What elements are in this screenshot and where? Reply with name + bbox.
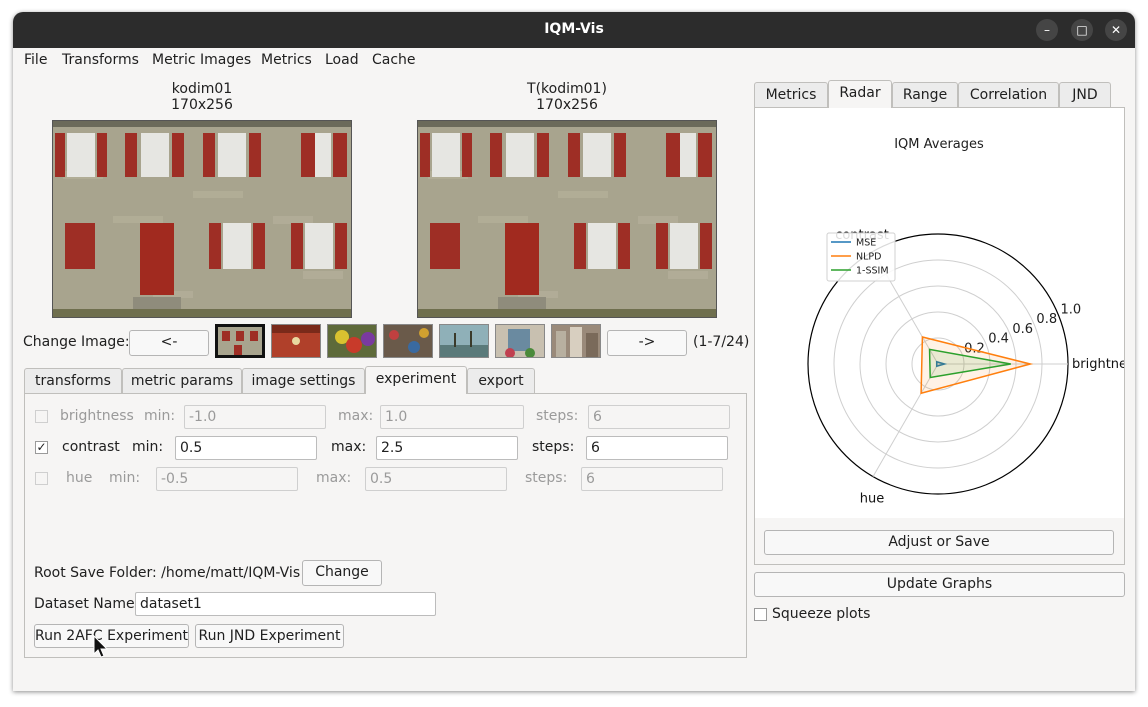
- maximize-icon[interactable]: □: [1071, 19, 1093, 41]
- menu-metric-images[interactable]: Metric Images: [152, 52, 251, 68]
- menu-metrics[interactable]: Metrics: [261, 52, 312, 68]
- previous-image-button[interactable]: <-: [129, 330, 209, 356]
- menu-bar: File Transforms Metric Images Metrics Lo…: [13, 48, 1135, 72]
- app-window: IQM-Vis – □ ✕ File Transforms Metric Ima…: [13, 12, 1135, 691]
- contrast-max-field[interactable]: 2.5: [376, 436, 518, 460]
- menu-file[interactable]: File: [24, 52, 47, 68]
- dataset-name-input[interactable]: dataset1: [135, 592, 436, 616]
- hue-checkbox[interactable]: [35, 472, 48, 485]
- brightness-max-label: max:: [338, 408, 374, 424]
- transformed-image-name: T(kodim01): [527, 81, 607, 97]
- thumbnail-7[interactable]: [551, 324, 601, 358]
- reference-image-drawing: [53, 121, 351, 317]
- tab-export[interactable]: export: [467, 368, 535, 394]
- run-2afc-experiment-button[interactable]: Run 2AFC Experiment: [34, 624, 189, 648]
- contrast-checkbox[interactable]: ✓: [35, 441, 48, 454]
- tab-range[interactable]: Range: [892, 82, 958, 108]
- radar-tick-label: 1.0: [1061, 302, 1082, 317]
- experiment-panel: [24, 393, 747, 658]
- hue-label: hue: [66, 470, 93, 486]
- title-bar: IQM-Vis – □ ✕: [13, 12, 1135, 48]
- radar-axis-label: hue: [860, 492, 884, 507]
- brightness-label: brightness: [60, 408, 134, 424]
- tab-correlation[interactable]: Correlation: [958, 82, 1059, 108]
- hue-max-label: max:: [316, 470, 352, 486]
- reference-image-size: 170x256: [171, 97, 233, 113]
- thumbnail-4[interactable]: [383, 324, 433, 358]
- contrast-label: contrast: [62, 439, 120, 455]
- contrast-min-label: min:: [132, 439, 164, 455]
- menu-cache[interactable]: Cache: [372, 52, 416, 68]
- thumbnail-3[interactable]: [327, 324, 377, 358]
- hue-max-field[interactable]: 0.5: [365, 467, 507, 491]
- hue-steps-field[interactable]: 6: [581, 467, 723, 491]
- thumbnail-6[interactable]: [495, 324, 545, 358]
- contrast-steps-label: steps:: [532, 439, 575, 455]
- change-folder-button[interactable]: Change: [302, 560, 382, 586]
- tab-image-settings[interactable]: image settings: [242, 368, 365, 394]
- radar-legend-label: 1-SSIM: [856, 266, 889, 277]
- hue-steps-label: steps:: [525, 470, 568, 486]
- update-graphs-button[interactable]: Update Graphs: [754, 572, 1125, 597]
- menu-transforms[interactable]: Transforms: [62, 52, 139, 68]
- squeeze-plots-label: Squeeze plots: [772, 606, 871, 622]
- tab-experiment[interactable]: experiment: [365, 366, 467, 394]
- tab-metrics[interactable]: Metrics: [754, 82, 828, 108]
- reference-image: [52, 120, 352, 318]
- thumbnail-2[interactable]: [271, 324, 321, 358]
- radar-tick-label: 0.8: [1036, 312, 1057, 327]
- brightness-min-field[interactable]: -1.0: [184, 405, 326, 429]
- dataset-name-label: Dataset Name: [34, 596, 135, 612]
- radar-tick-label: 0.6: [1012, 322, 1033, 337]
- contrast-min-field[interactable]: 0.5: [175, 436, 317, 460]
- radar-chart: IQM Averages 0.20.40.60.81.0brightnecont…: [755, 108, 1124, 518]
- radar-legend-label: NLPD: [856, 252, 881, 263]
- contrast-steps-field[interactable]: 6: [586, 436, 728, 460]
- close-icon[interactable]: ✕: [1105, 19, 1127, 41]
- transformed-image-drawing: [418, 121, 716, 317]
- thumbnail-5[interactable]: [439, 324, 489, 358]
- squeeze-plots-checkbox[interactable]: [754, 608, 767, 621]
- change-image-label: Change Image:: [23, 334, 130, 350]
- minimize-icon[interactable]: –: [1036, 19, 1058, 41]
- menu-load[interactable]: Load: [325, 52, 359, 68]
- thumbnail-1[interactable]: [215, 324, 265, 358]
- window-title: IQM-Vis: [544, 21, 604, 37]
- reference-image-name: kodim01: [171, 81, 233, 97]
- brightness-max-field[interactable]: 1.0: [380, 405, 524, 429]
- radar-legend-label: MSE: [856, 238, 876, 249]
- radar-axis-label: brightne: [1072, 357, 1124, 372]
- hue-min-field[interactable]: -0.5: [156, 467, 298, 491]
- tab-transforms[interactable]: transforms: [24, 368, 122, 394]
- transformed-image-title: T(kodim01) 170x256: [417, 81, 717, 113]
- tab-jnd[interactable]: JND: [1059, 82, 1111, 108]
- adjust-or-save-button[interactable]: Adjust or Save: [764, 530, 1114, 555]
- image-counter: (1-7/24): [693, 334, 750, 350]
- root-save-folder-label: Root Save Folder: /home/matt/IQM-Vis: [34, 565, 301, 581]
- brightness-checkbox[interactable]: [35, 410, 48, 423]
- tab-metric-params[interactable]: metric params: [122, 368, 242, 394]
- reference-image-title: kodim01 170x256: [52, 81, 352, 113]
- brightness-steps-label: steps:: [536, 408, 579, 424]
- transformed-image: [417, 120, 717, 318]
- hue-min-label: min:: [109, 470, 141, 486]
- mouse-cursor-icon: [93, 635, 109, 658]
- contrast-max-label: max:: [331, 439, 367, 455]
- transformed-image-size: 170x256: [536, 97, 598, 113]
- brightness-min-label: min:: [144, 408, 176, 424]
- tab-radar[interactable]: Radar: [828, 80, 892, 108]
- next-image-button[interactable]: ->: [607, 330, 687, 356]
- brightness-steps-field[interactable]: 6: [588, 405, 730, 429]
- run-jnd-experiment-button[interactable]: Run JND Experiment: [195, 624, 344, 648]
- chart-title: IQM Averages: [894, 137, 984, 152]
- radar-tick-label: 0.4: [988, 332, 1009, 347]
